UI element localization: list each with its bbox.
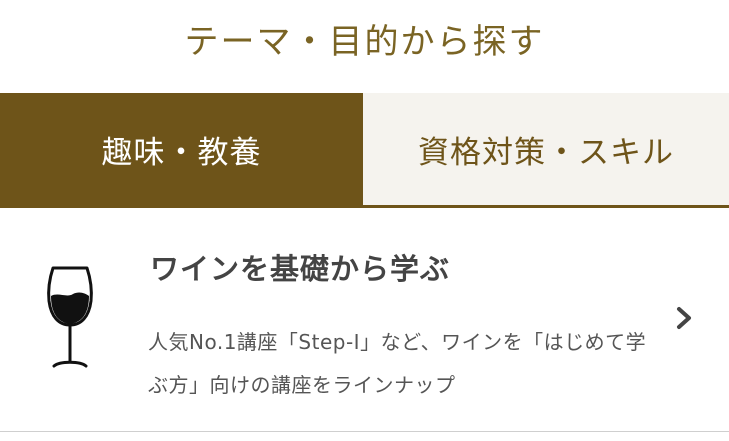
course-description: 人気No.1講座「Step-Ⅰ」など、ワインを「はじめて学ぶ方」向けの講座をライ… xyxy=(148,330,647,397)
wine-glass-icon xyxy=(47,266,93,368)
theme-purpose-page: テーマ・目的から探す 趣味・教養 資格対策・スキル ワインを基礎から学ぶ 人気N… xyxy=(0,0,729,441)
tab-certification-skills[interactable]: 資格対策・スキル xyxy=(363,93,729,205)
chevron-right-icon xyxy=(677,307,691,329)
category-tabs: 趣味・教養 資格対策・スキル xyxy=(0,93,729,208)
page-title: テーマ・目的から探す xyxy=(184,22,545,62)
card-divider xyxy=(0,431,729,432)
course-card-wine-basics[interactable]: ワインを基礎から学ぶ 人気No.1講座「Step-Ⅰ」など、ワインを「はじめて学… xyxy=(0,208,729,431)
tab-hobby-culture[interactable]: 趣味・教養 xyxy=(0,93,363,205)
course-title: ワインを基礎から学ぶ xyxy=(150,252,451,286)
